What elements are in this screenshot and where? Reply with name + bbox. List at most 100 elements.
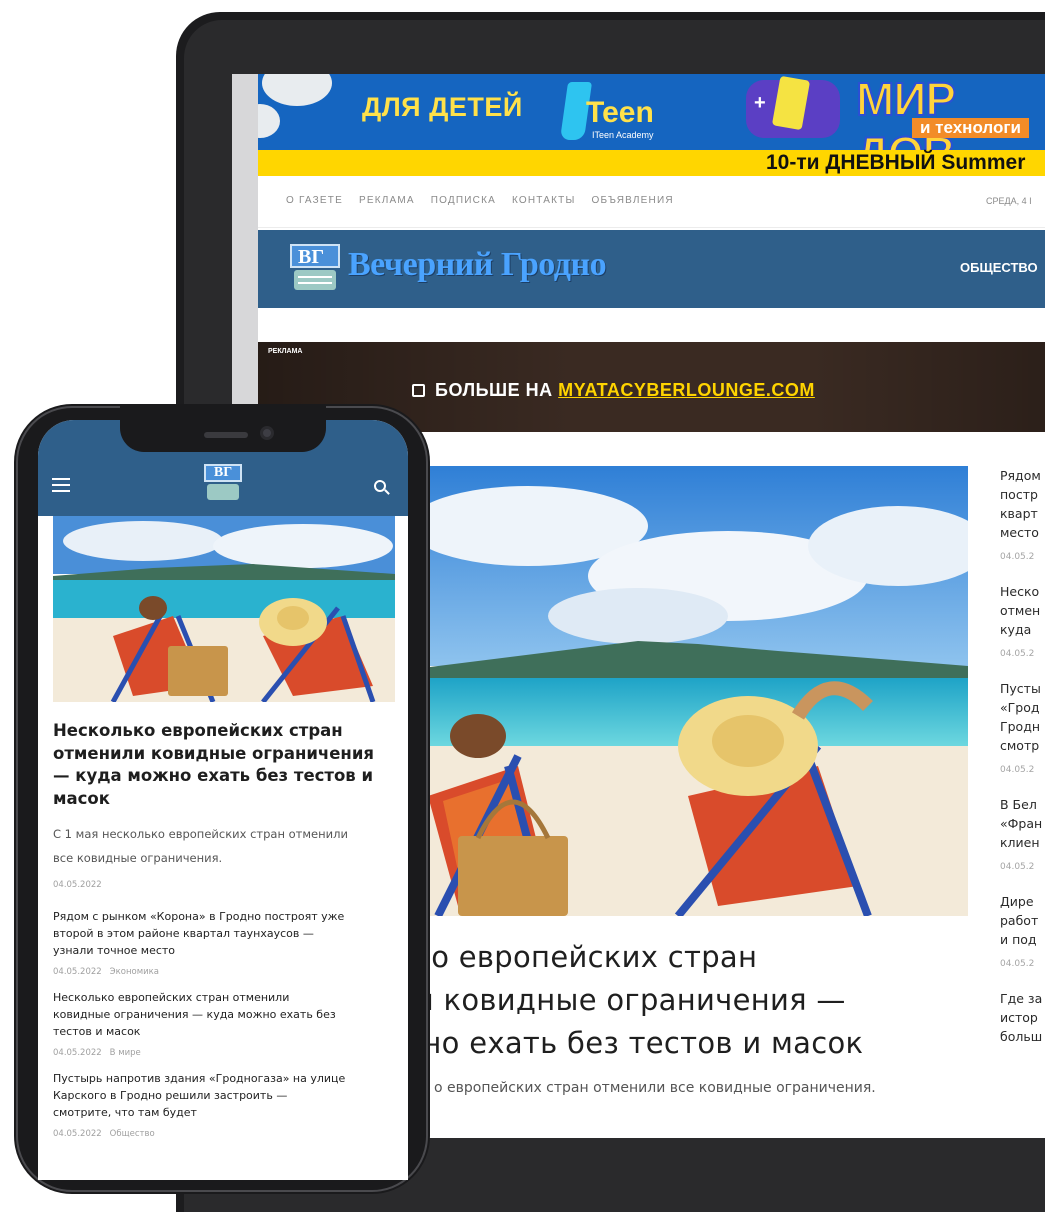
sidebar-news-line: «Грод bbox=[1000, 700, 1040, 715]
hamburger-menu-icon[interactable] bbox=[52, 478, 70, 492]
mobile-news-category[interactable]: Экономика bbox=[110, 967, 159, 977]
mobile-headline-line: масок bbox=[53, 788, 110, 808]
sidebar-news-line: В Бел bbox=[1000, 797, 1037, 812]
sidebar-news-line: и под bbox=[1000, 932, 1037, 947]
phone-notch bbox=[120, 404, 326, 452]
mobile-news-date: 04.05.2022 bbox=[53, 967, 102, 977]
sidebar-news-line: кварт bbox=[1000, 506, 1038, 521]
ad-domain: MYATACYBERLOUNGE.COM bbox=[558, 380, 815, 400]
logo-mark: ВГ bbox=[298, 246, 325, 268]
sidebar-news-line: «Фран bbox=[1000, 816, 1043, 831]
sidebar-news-item[interactable]: Где за истор больш bbox=[1000, 989, 1045, 1046]
ad-label: РЕКЛАМА bbox=[268, 348, 303, 355]
top-nav-items: О ГАЗЕТЕ РЕКЛАМА ПОДПИСКА КОНТАКТЫ ОБЪЯВ… bbox=[286, 195, 674, 206]
sidebar-news-item[interactable]: Дире работ и под 04.05.2 bbox=[1000, 892, 1045, 969]
sidebar-news-line: истор bbox=[1000, 1010, 1038, 1025]
gamepad-plus-icon: + bbox=[754, 92, 766, 114]
site-header: ВГ Вечерний Гродно ОБЩЕСТВО bbox=[258, 230, 1045, 308]
banner-kids-text: ДЛЯ ДЕТЕЙ bbox=[362, 92, 523, 122]
nav-subscription[interactable]: ПОДПИСКА bbox=[431, 195, 496, 206]
sidebar-news-line: смотр bbox=[1000, 738, 1040, 753]
mobile-news-item[interactable]: Пустырь напротив здания «Гродногаза» на … bbox=[53, 1070, 403, 1139]
sidebar-news-line: Пусты bbox=[1000, 681, 1041, 696]
iteen-word: Teen bbox=[586, 96, 654, 129]
mobile-news-line: Несколько европейских стран отменили bbox=[53, 991, 290, 1004]
mobile-headline-line: отменили ковидные ограничения bbox=[53, 743, 374, 763]
hero-headline[interactable]: ько европейских стран ли ковидные ограни… bbox=[396, 936, 1045, 1065]
mobile-news-item[interactable]: Рядом с рынком «Корона» в Гродно построя… bbox=[53, 908, 403, 977]
mobile-news-line: узнали точное место bbox=[53, 944, 176, 957]
website-mobile: ВГ Несколько европейских стран отменили bbox=[38, 420, 408, 1180]
nav-classifieds[interactable]: ОБЪЯВЛЕНИЯ bbox=[592, 195, 674, 206]
mobile-article-date: 04.05.2022 bbox=[53, 880, 102, 890]
nav-contacts[interactable]: КОНТАКТЫ bbox=[512, 195, 576, 206]
mobile-news-list: Рядом с рынком «Корона» в Гродно построя… bbox=[53, 908, 403, 1151]
mobile-hero-image[interactable] bbox=[53, 516, 395, 702]
sidebar-news-line: постр bbox=[1000, 487, 1038, 502]
sidebar-news-item[interactable]: Неско отмен куда 04.05.2 bbox=[1000, 582, 1045, 659]
mobile-news-line: Карского в Гродно решили застроить — bbox=[53, 1089, 288, 1102]
cloud-decoration bbox=[262, 74, 332, 106]
mobile-news-date: 04.05.2022 bbox=[53, 1048, 102, 1058]
site-logo-icon[interactable]: ВГ bbox=[290, 244, 340, 292]
mobile-news-line: Пустырь напротив здания «Гродногаза» на … bbox=[53, 1072, 346, 1085]
site-logo-text[interactable]: Вечерний Гродно bbox=[348, 246, 607, 284]
sidebar-news-line: отмен bbox=[1000, 603, 1041, 618]
sidebar-news-line: клиен bbox=[1000, 835, 1040, 850]
sidebar-news-line: работ bbox=[1000, 913, 1039, 928]
sidebar-news-line: Гродн bbox=[1000, 719, 1041, 734]
mobile-news-category[interactable]: Общество bbox=[110, 1129, 155, 1139]
mobile-news-item[interactable]: Несколько европейских стран отменили кови… bbox=[53, 989, 403, 1058]
sidebar-news-date: 04.05.2 bbox=[1000, 862, 1035, 872]
ad-link[interactable]: БОЛЬШЕ НА MYATACYBERLOUNGE.COM bbox=[412, 380, 815, 401]
mobile-news-line: второй в этом районе квартал таунхаусов … bbox=[53, 927, 314, 940]
hero-lead: о европейских стран отменили все ковидны… bbox=[434, 1080, 876, 1096]
ad-prefix: БОЛЬШЕ НА bbox=[435, 380, 559, 400]
sidebar-news-line: Дире bbox=[1000, 894, 1034, 909]
sidebar-news-item[interactable]: В Бел «Фран клиен 04.05.2 bbox=[1000, 795, 1045, 872]
mobile-lead-line: все ковидные ограничения. bbox=[53, 851, 223, 865]
nav-about[interactable]: О ГАЗЕТЕ bbox=[286, 195, 343, 206]
search-icon[interactable] bbox=[374, 480, 386, 492]
hero-headline-line: ли ковидные ограничения — bbox=[396, 983, 846, 1017]
sidebar-news-item[interactable]: Пусты «Грод Гродн смотр 04.05.2 bbox=[1000, 679, 1045, 775]
mobile-logo-mark: ВГ bbox=[204, 464, 242, 482]
mobile-headline[interactable]: Несколько европейских стран отменили ков… bbox=[53, 720, 403, 810]
sidebar-news-line: место bbox=[1000, 525, 1039, 540]
hero-headline-line: ько европейских стран bbox=[396, 940, 758, 974]
summer-banner-text: 10-ти ДНЕВНЫЙ Summer bbox=[766, 151, 1026, 174]
current-date: СРЕДА, 4 І bbox=[986, 196, 1032, 206]
nav-advertising[interactable]: РЕКЛАМА bbox=[359, 195, 415, 206]
sidebar-news-date: 04.05.2 bbox=[1000, 959, 1035, 969]
sidebar-news-item[interactable]: Рядом постр кварт место 04.05.2 bbox=[1000, 466, 1045, 562]
banner-mir-text: МИР ДОВ bbox=[855, 74, 957, 150]
mobile-lead: С 1 мая несколько европейских стран отме… bbox=[53, 822, 398, 870]
promo-banner[interactable]: ДЛЯ ДЕТЕЙ Teen ITeen Academy + МИР ДОВ и… bbox=[258, 74, 1045, 150]
banner-tech-text: и технологи bbox=[912, 118, 1029, 138]
mobile-logo-icon[interactable]: ВГ bbox=[204, 464, 242, 502]
sidebar-news-line: больш bbox=[1000, 1029, 1043, 1044]
mobile-news-line: смотрите, что там будет bbox=[53, 1106, 197, 1119]
mobile-news-category[interactable]: В мире bbox=[110, 1048, 141, 1058]
mobile-headline-line: Несколько европейских стран bbox=[53, 721, 343, 740]
phone-camera-icon bbox=[260, 426, 274, 440]
mobile-headline-line: — куда можно ехать без тестов и bbox=[53, 766, 374, 785]
iteen-subtitle: ITeen Academy bbox=[592, 130, 654, 140]
sidebar-news-line: Где за bbox=[1000, 991, 1043, 1006]
sidebar-news-line: Рядом bbox=[1000, 468, 1041, 483]
nav-society[interactable]: ОБЩЕСТВО bbox=[960, 260, 1038, 275]
gamepad-icon: + bbox=[746, 75, 840, 138]
sidebar-news-date: 04.05.2 bbox=[1000, 765, 1035, 775]
hero-headline-line: жно ехать без тестов и масок bbox=[396, 1026, 864, 1060]
gamepad-screen bbox=[771, 75, 811, 131]
hero-image[interactable] bbox=[398, 466, 968, 916]
sidebar-news-line: куда bbox=[1000, 622, 1032, 637]
mobile-news-line: Рядом с рынком «Корона» в Гродно построя… bbox=[53, 910, 345, 923]
beach-photo bbox=[398, 466, 968, 916]
cloud-decoration bbox=[258, 104, 280, 138]
summer-banner[interactable]: 10-ти ДНЕВНЫЙ Summer bbox=[258, 150, 1045, 176]
sidebar-news-date: 04.05.2 bbox=[1000, 552, 1035, 562]
mobile-beach-photo bbox=[53, 516, 395, 702]
sidebar-news-date: 04.05.2 bbox=[1000, 649, 1035, 659]
external-link-icon bbox=[412, 384, 425, 397]
